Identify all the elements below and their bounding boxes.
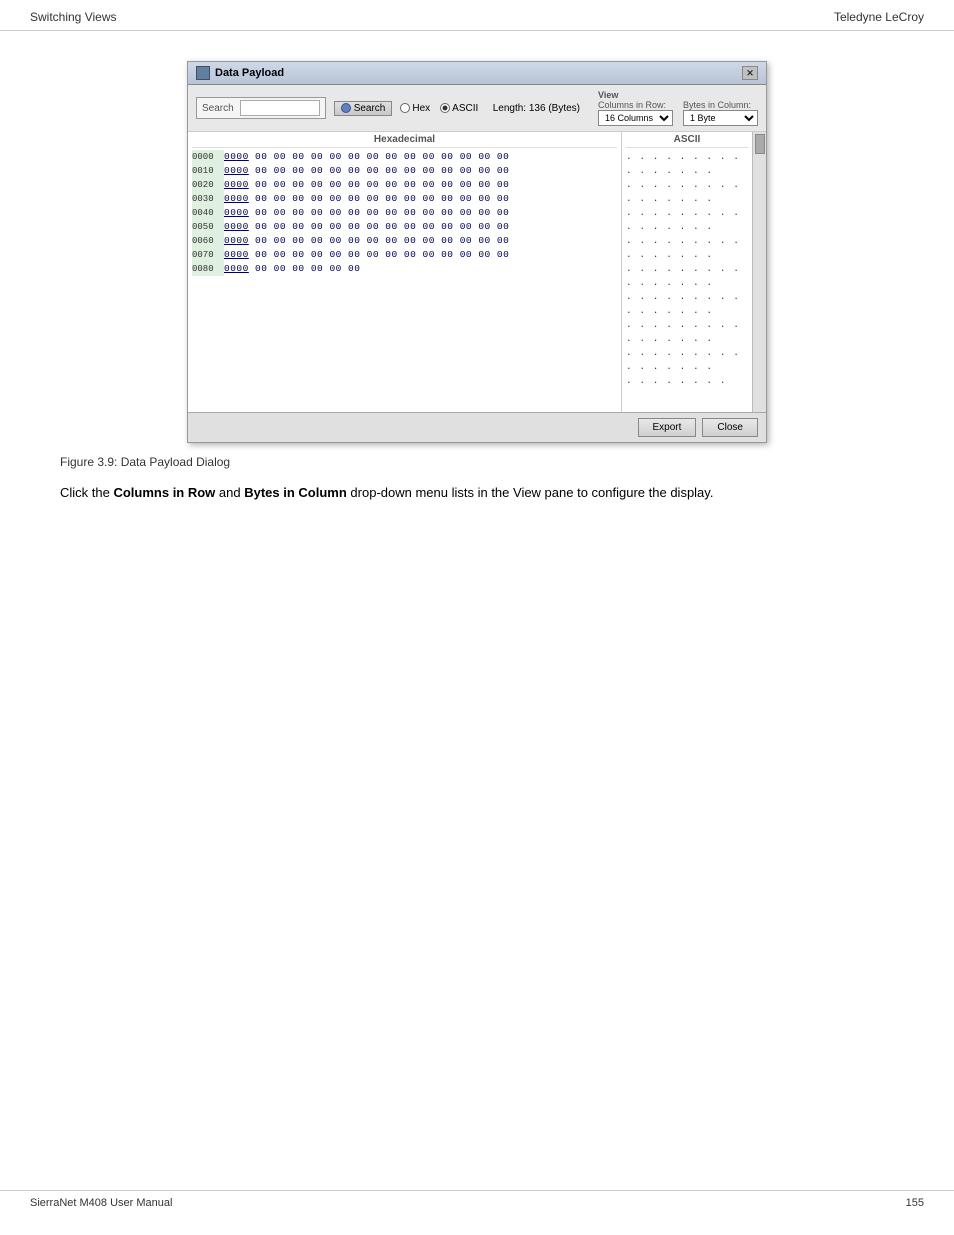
hex-bytes: 0000 00 00 00 00 00 00 00 00 00 00 00 00… <box>224 150 617 164</box>
scrollbar[interactable] <box>752 132 766 412</box>
dialog-toolbar: Search Search Hex ASCII Length: 136 (Byt… <box>188 85 766 132</box>
titlebar-left: Data Payload <box>196 66 284 80</box>
header-left: Switching Views <box>30 10 116 24</box>
hex-bytes: 0000 00 00 00 00 00 00 00 00 00 00 00 00… <box>224 234 617 248</box>
bytes-group: Bytes in Column: 1 Byte <box>683 100 758 126</box>
data-payload-dialog: Data Payload ✕ Search Search Hex <box>187 61 767 443</box>
search-button[interactable]: Search <box>334 101 393 116</box>
hex-offset: 0080 <box>192 262 224 276</box>
hex-offset: 0030 <box>192 192 224 206</box>
hex-offset: 0050 <box>192 220 224 234</box>
hex-rows-container: 00000000 00 00 00 00 00 00 00 00 00 00 0… <box>192 150 617 276</box>
hex-panel: Hexadecimal 00000000 00 00 00 00 00 00 0… <box>188 132 622 412</box>
footer-right: 155 <box>906 1197 924 1209</box>
columns-label: Columns in Row: <box>598 100 673 110</box>
table-row: 00800000 00 00 00 00 00 00 <box>192 262 617 276</box>
close-button[interactable]: Close <box>702 418 758 437</box>
dialog-titlebar: Data Payload ✕ <box>188 62 766 85</box>
hex-offset: 0010 <box>192 164 224 178</box>
hex-bytes: 0000 00 00 00 00 00 00 00 00 00 00 00 00… <box>224 248 617 262</box>
footer-left: SierraNet M408 User Manual <box>30 1197 172 1209</box>
list-item: . . . . . . . . . . . . . . . . <box>626 262 748 290</box>
table-row: 00000000 00 00 00 00 00 00 00 00 00 00 0… <box>192 150 617 164</box>
ascii-panel: ASCII . . . . . . . . . . . . . . . .. .… <box>622 132 752 412</box>
ascii-rows-container: . . . . . . . . . . . . . . . .. . . . .… <box>626 150 748 388</box>
bytes-dropdown[interactable]: 1 Byte <box>683 110 758 126</box>
export-button[interactable]: Export <box>638 418 697 437</box>
hex-offset: 0000 <box>192 150 224 164</box>
columns-dropdown[interactable]: 16 Columns <box>598 110 673 126</box>
dialog-icon <box>196 66 210 80</box>
radio-ascii-dot <box>440 103 450 113</box>
search-group: Search <box>196 97 326 119</box>
radio-hex-dot <box>400 103 410 113</box>
hex-offset: 0070 <box>192 248 224 262</box>
page-footer: SierraNet M408 User Manual 155 <box>0 1190 954 1215</box>
list-item: . . . . . . . . . . . . . . . . <box>626 150 748 178</box>
list-item: . . . . . . . . . . . . . . . . <box>626 346 748 374</box>
hex-bytes: 0000 00 00 00 00 00 00 00 00 00 00 00 00… <box>224 192 617 206</box>
table-row: 00400000 00 00 00 00 00 00 00 00 00 00 0… <box>192 206 617 220</box>
bold-columns: Columns in Row <box>113 485 215 500</box>
hex-bytes: 0000 00 00 00 00 00 00 <box>224 262 617 276</box>
view-label: View <box>598 90 618 100</box>
bytes-label: Bytes in Column: <box>683 100 758 110</box>
table-row: 00100000 00 00 00 00 00 00 00 00 00 00 0… <box>192 164 617 178</box>
body-text: Click the Columns in Row and Bytes in Co… <box>60 483 894 503</box>
radio-ascii[interactable]: ASCII <box>440 103 478 114</box>
view-pane: View Columns in Row: 16 Columns Bytes in… <box>598 90 758 126</box>
hex-offset: 0060 <box>192 234 224 248</box>
dialog-body: Hexadecimal 00000000 00 00 00 00 00 00 0… <box>188 132 766 412</box>
close-icon[interactable]: ✕ <box>742 66 758 80</box>
hex-bytes: 0000 00 00 00 00 00 00 00 00 00 00 00 00… <box>224 164 617 178</box>
table-row: 00200000 00 00 00 00 00 00 00 00 00 00 0… <box>192 178 617 192</box>
hex-bytes: 0000 00 00 00 00 00 00 00 00 00 00 00 00… <box>224 220 617 234</box>
radio-hex[interactable]: Hex <box>400 103 430 114</box>
hex-header: Hexadecimal <box>192 134 617 148</box>
table-row: 00300000 00 00 00 00 00 00 00 00 00 00 0… <box>192 192 617 206</box>
ascii-header: ASCII <box>626 134 748 148</box>
hex-offset: 0020 <box>192 178 224 192</box>
bold-bytes: Bytes in Column <box>244 485 347 500</box>
list-item: . . . . . . . . . . . . . . . . <box>626 234 748 262</box>
dialog-footer: Export Close <box>188 412 766 442</box>
length-info: Length: 136 (Bytes) <box>493 103 580 114</box>
search-label: Search <box>202 103 234 114</box>
list-item: . . . . . . . . <box>626 374 748 388</box>
table-row: 00600000 00 00 00 00 00 00 00 00 00 00 0… <box>192 234 617 248</box>
table-row: 00700000 00 00 00 00 00 00 00 00 00 00 0… <box>192 248 617 262</box>
page-content: Data Payload ✕ Search Search Hex <box>0 31 954 533</box>
search-input[interactable] <box>240 100 320 116</box>
list-item: . . . . . . . . . . . . . . . . <box>626 318 748 346</box>
hex-bytes: 0000 00 00 00 00 00 00 00 00 00 00 00 00… <box>224 206 617 220</box>
list-item: . . . . . . . . . . . . . . . . <box>626 206 748 234</box>
view-pane-row: View Columns in Row: 16 Columns Bytes in… <box>598 90 758 126</box>
columns-group: Columns in Row: 16 Columns <box>598 100 673 126</box>
hex-offset: 0040 <box>192 206 224 220</box>
dialog-title: Data Payload <box>215 67 284 79</box>
hex-bytes: 0000 00 00 00 00 00 00 00 00 00 00 00 00… <box>224 178 617 192</box>
search-icon <box>341 103 351 113</box>
list-item: . . . . . . . . . . . . . . . . <box>626 290 748 318</box>
list-item: . . . . . . . . . . . . . . . . <box>626 178 748 206</box>
scrollbar-thumb[interactable] <box>755 134 765 154</box>
page-header: Switching Views Teledyne LeCroy <box>0 0 954 31</box>
format-radio-group: Hex ASCII <box>400 103 478 114</box>
header-right: Teledyne LeCroy <box>834 10 924 24</box>
table-row: 00500000 00 00 00 00 00 00 00 00 00 00 0… <box>192 220 617 234</box>
figure-caption: Figure 3.9: Data Payload Dialog <box>60 455 894 469</box>
